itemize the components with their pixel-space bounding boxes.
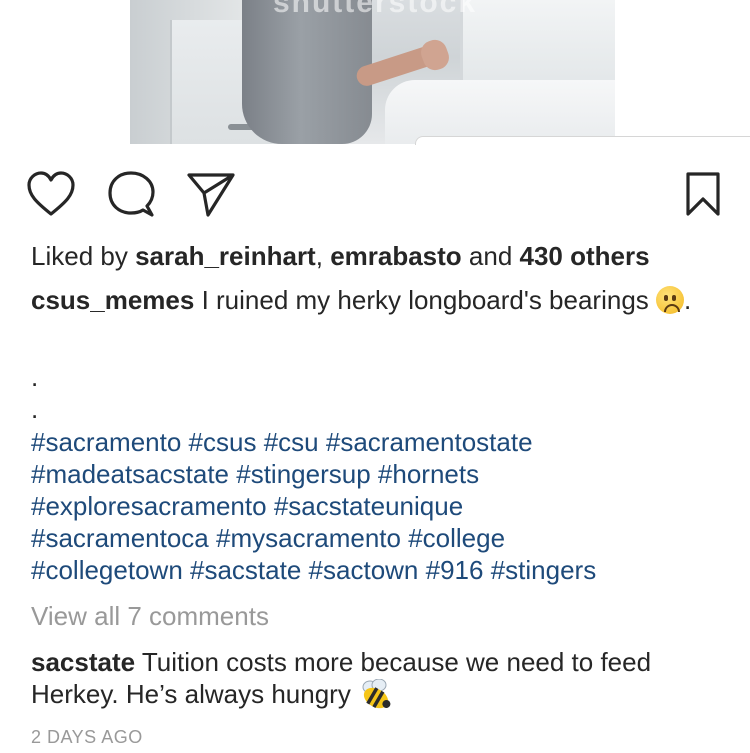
- bookmark-icon: [686, 172, 720, 216]
- view-all-comments-link[interactable]: View all 7 comments: [31, 600, 269, 632]
- likes-prefix: Liked by: [31, 241, 136, 271]
- hashtag-line: #madeatsacstate #stingersup #hornets: [31, 458, 731, 490]
- comment-button[interactable]: [105, 168, 157, 220]
- caption-dot: .: [31, 362, 39, 392]
- hashtag-link[interactable]: #stingersup: [236, 459, 370, 489]
- hashtag-link[interactable]: #sacramento: [31, 427, 181, 457]
- photo-bed: [385, 80, 615, 144]
- heart-icon: [27, 171, 75, 216]
- caption-dot: .: [31, 394, 39, 424]
- post-timestamp: 2 DAYS AGO: [31, 727, 143, 747]
- paper-plane-icon: [187, 173, 235, 217]
- share-button[interactable]: [185, 168, 237, 220]
- hashtag-link[interactable]: #csus: [189, 427, 257, 457]
- hashtag-link[interactable]: #sacramentostate: [326, 427, 533, 457]
- hashtag-line: #exploresacramento #sacstateunique: [31, 490, 731, 522]
- caption-trailing: .: [684, 285, 692, 315]
- likes-separator: ,: [315, 241, 331, 271]
- frowning-face-icon: [656, 286, 684, 314]
- caption-username[interactable]: csus_memes: [31, 285, 194, 315]
- caption-text: I ruined my herky longboard's bearings: [194, 285, 656, 315]
- likes-and: and: [461, 241, 520, 271]
- hashtag-link[interactable]: #sacramentoca: [31, 523, 209, 553]
- post-action-bar: [0, 168, 750, 220]
- hashtag-link[interactable]: #college: [408, 523, 505, 553]
- hashtag-link[interactable]: #collegetown: [31, 555, 183, 585]
- likes-count-link[interactable]: 430 others: [520, 241, 650, 271]
- hashtag-link[interactable]: #sacstate: [190, 555, 301, 585]
- hashtag-link[interactable]: #916: [426, 555, 484, 585]
- hashtag-link[interactable]: #hornets: [378, 459, 479, 489]
- comment-username[interactable]: sacstate: [31, 647, 135, 677]
- like-button[interactable]: [25, 168, 77, 220]
- post-image-area: shutterstock: [0, 0, 750, 145]
- photo-person: [242, 0, 372, 144]
- hashtag-block: #sacramento #csus #csu #sacramentostate #…: [31, 426, 731, 586]
- hashtag-link[interactable]: #sacstateunique: [274, 491, 463, 521]
- hashtag-line: #sacramento #csus #csu #sacramentostate: [31, 426, 731, 458]
- hashtag-link[interactable]: #sactown: [309, 555, 419, 585]
- save-button[interactable]: [677, 168, 729, 220]
- liker-link[interactable]: emrabasto: [330, 241, 462, 271]
- post-photo[interactable]: shutterstock: [130, 0, 615, 144]
- comment: sacstate Tuition costs more because we n…: [31, 646, 731, 711]
- liker-link[interactable]: sarah_reinhart: [135, 241, 316, 271]
- overlay-edge: [415, 136, 750, 145]
- comment-icon: [108, 171, 155, 217]
- hashtag-link[interactable]: #exploresacramento: [31, 491, 267, 521]
- hashtag-line: #collegetown #sacstate #sactown #916 #st…: [31, 554, 731, 586]
- hashtag-link[interactable]: #stingers: [491, 555, 597, 585]
- hashtag-link[interactable]: #mysacramento: [216, 523, 401, 553]
- watermark-text: shutterstock: [272, 0, 478, 19]
- likes-summary: Liked by sarah_reinhart, emrabasto and 4…: [31, 238, 650, 274]
- post-caption: csus_memes I ruined my herky longboard's…: [31, 284, 731, 316]
- hashtag-link[interactable]: #csu: [264, 427, 319, 457]
- hashtag-link[interactable]: #madeatsacstate: [31, 459, 229, 489]
- caption-dots: . .: [31, 361, 38, 425]
- hashtag-line: #sacramentoca #mysacramento #college: [31, 522, 731, 554]
- honeybee-icon: [358, 678, 394, 711]
